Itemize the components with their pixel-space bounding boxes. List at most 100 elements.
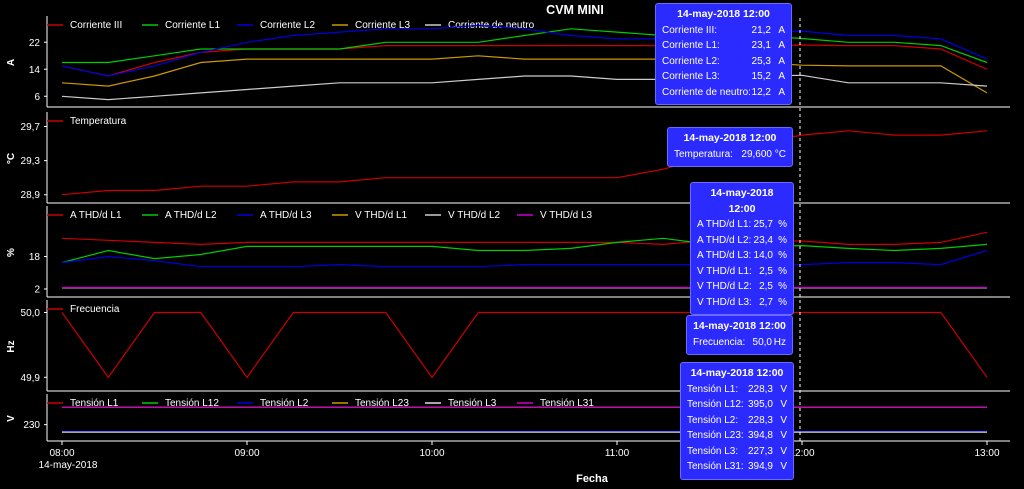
y-tick-label: 14 [29, 65, 41, 76]
tooltip-value: 12,2 [751, 86, 771, 98]
legend-item[interactable]: V THD/d L1 [332, 210, 407, 221]
tooltip-unit: % [778, 234, 787, 246]
tooltip-unit: % [778, 250, 787, 261]
series-line[interactable] [61, 74, 988, 101]
tooltip-row: Tensión L12: 395,0 V [687, 397, 787, 413]
x-axis-date-label: 14-may-2018 [39, 460, 98, 471]
tooltip-label: V THD/d L1: [697, 265, 752, 277]
tooltip-unit: V [780, 430, 787, 441]
tooltip-unit: % [778, 296, 787, 308]
tooltip-value: 23,4 [753, 234, 773, 246]
tooltip-label: V THD/d L2: [697, 281, 752, 292]
y-tick-label: 49,9 [21, 373, 41, 384]
tooltip-value: 14,0 [753, 250, 773, 261]
legend-item[interactable]: Corriente L1 [142, 20, 220, 31]
series-line[interactable] [61, 130, 988, 196]
x-axis: 08:00 09:00 10:00 11:00 12:00 13:00 [49, 441, 1000, 459]
tooltip-value: 2,5 [759, 281, 773, 292]
x-tick-label: 10:00 [419, 448, 444, 459]
legend-item[interactable]: Corriente L2 [237, 20, 315, 31]
tooltip-row: V THD/d L1: 2,5% [697, 264, 787, 280]
tooltip-unit: A [778, 71, 785, 82]
x-tick-label: 13:00 [974, 448, 999, 459]
legend-label: A THD/d L2 [165, 210, 217, 221]
series-line[interactable] [61, 55, 988, 94]
y-tick-label: 28,9 [21, 190, 41, 201]
legend-label: Corriente L2 [260, 20, 315, 31]
tooltip-value: 23,1 [751, 40, 771, 51]
legend-label: Frecuencia [70, 304, 120, 315]
tooltip-label: Corriente L2: [662, 55, 720, 67]
tooltip-unit: A [778, 55, 785, 67]
tooltip-row: A THD/d L3: 14,0% [697, 248, 787, 264]
tooltip-unit: Hz [773, 336, 786, 348]
tooltip-label: Tensión L12: [687, 399, 744, 410]
panel-5: V230Tensión L1 Tensión L12 Tensión L2 Tensi… [6, 394, 1010, 442]
series-line[interactable] [61, 44, 988, 77]
legend-label: A THD/d L1 [70, 210, 122, 221]
panel-2: °C 28,9 29,3 29,7 Temperatura [6, 112, 1010, 204]
tooltip-value: 29,600 [741, 148, 772, 160]
y-tick-label: 230 [23, 420, 40, 431]
tooltip: 14-may-2018 12:00 Frecuencia: 50,0 Hz [686, 315, 793, 355]
tooltip-header: 14-may-2018 12:00 [683, 132, 777, 144]
tooltip: 14-may-2018 12:00 A THD/d L1: 25,7% A THD/d… [690, 182, 794, 315]
legend-item[interactable]: Frecuencia [47, 304, 120, 315]
y-tick-label: 50,0 [21, 308, 41, 319]
y-axis-label: Hz [6, 340, 17, 352]
tooltip-value: 227,3 [747, 445, 773, 457]
tooltip-row: Tensión L2: 228,3 V [687, 413, 787, 429]
tooltip-unit: V [780, 399, 787, 410]
legend-label: A THD/d L3 [260, 210, 312, 221]
panel-1: A 6 14 22 Corriente III Corriente L1 Corriente… [6, 16, 1010, 108]
chart-title: CVM MINI [546, 3, 604, 17]
y-tick-label: 22 [29, 38, 41, 49]
tooltip-row: Tensión L1: 228,3 V [687, 382, 787, 398]
tooltip-row: Tensión L23: 394,8 V [687, 428, 787, 444]
tooltip: 14-may-2018 12:00 Corriente III: 21,2 A Corr… [655, 3, 792, 105]
y-axis-label: A [6, 59, 17, 66]
y-axis-label: % [6, 248, 17, 257]
legend-label: Corriente III [70, 20, 122, 31]
legend-item[interactable]: A THD/d L1 [47, 210, 122, 221]
panel-3: % 2 18 A THD/d L1 A THD/d L2 A THD/d L3 V THD/… [6, 206, 1010, 298]
tooltip-row: Tensión L31: 394,9 V [687, 459, 787, 475]
tooltip-label: Corriente L3: [662, 71, 720, 82]
y-axis-label: V [6, 415, 17, 422]
legend-item[interactable]: Corriente III [47, 20, 122, 31]
legend-item[interactable]: A THD/d L3 [237, 210, 312, 221]
y-tick-label: 6 [34, 92, 40, 103]
x-axis-label: Fecha [576, 473, 609, 485]
tooltip-value: 21,2 [751, 24, 771, 36]
legend-item[interactable]: V THD/d L2 [425, 210, 500, 221]
chart-canvas[interactable]: CVM MINI A 6 14 22 Corriente III Corriente L1… [0, 0, 1024, 489]
tooltip-row: Frecuencia: 50,0 Hz [693, 335, 786, 351]
tooltip-value: 50,0 [752, 336, 772, 348]
series-line[interactable] [61, 24, 988, 77]
legend-label: V THD/d L1 [355, 210, 407, 221]
legend-item[interactable]: V THD/d L3 [517, 210, 592, 221]
tooltip-unit: % [778, 219, 787, 230]
tooltip-label: A THD/d L3: [697, 250, 752, 261]
tooltip-row: Corriente L1: 23,1 A [662, 38, 785, 54]
series-line[interactable] [61, 311, 988, 379]
tooltip-row: V THD/d L3: 2,7% [697, 295, 787, 311]
tooltip-label: Tensión L31: [687, 461, 744, 472]
legend-label: V THD/d L3 [540, 210, 592, 221]
series-line[interactable] [61, 231, 988, 246]
tooltip-label: Tensión L3: [687, 445, 739, 457]
tooltip-unit: °C [774, 148, 786, 160]
legend-item[interactable]: A THD/d L2 [142, 210, 217, 221]
tooltip-row: Corriente L2: 25,3 A [662, 54, 785, 70]
y-tick-label: 18 [29, 252, 41, 263]
tooltip-unit: A [778, 24, 785, 36]
legend-item[interactable]: Temperatura [47, 116, 127, 127]
tooltip-label: Corriente III: [662, 24, 718, 36]
panel-4: Hz 49,9 50,0 Frecuencia [6, 300, 1010, 392]
tooltip-value: 25,7 [753, 219, 773, 230]
tooltip-unit: V [780, 461, 787, 472]
tooltip-label: Frecuencia: [693, 336, 746, 348]
series-line[interactable] [61, 249, 988, 268]
tooltip-unit: % [778, 281, 787, 292]
tooltip-row: A THD/d L2: 23,4% [697, 233, 787, 249]
